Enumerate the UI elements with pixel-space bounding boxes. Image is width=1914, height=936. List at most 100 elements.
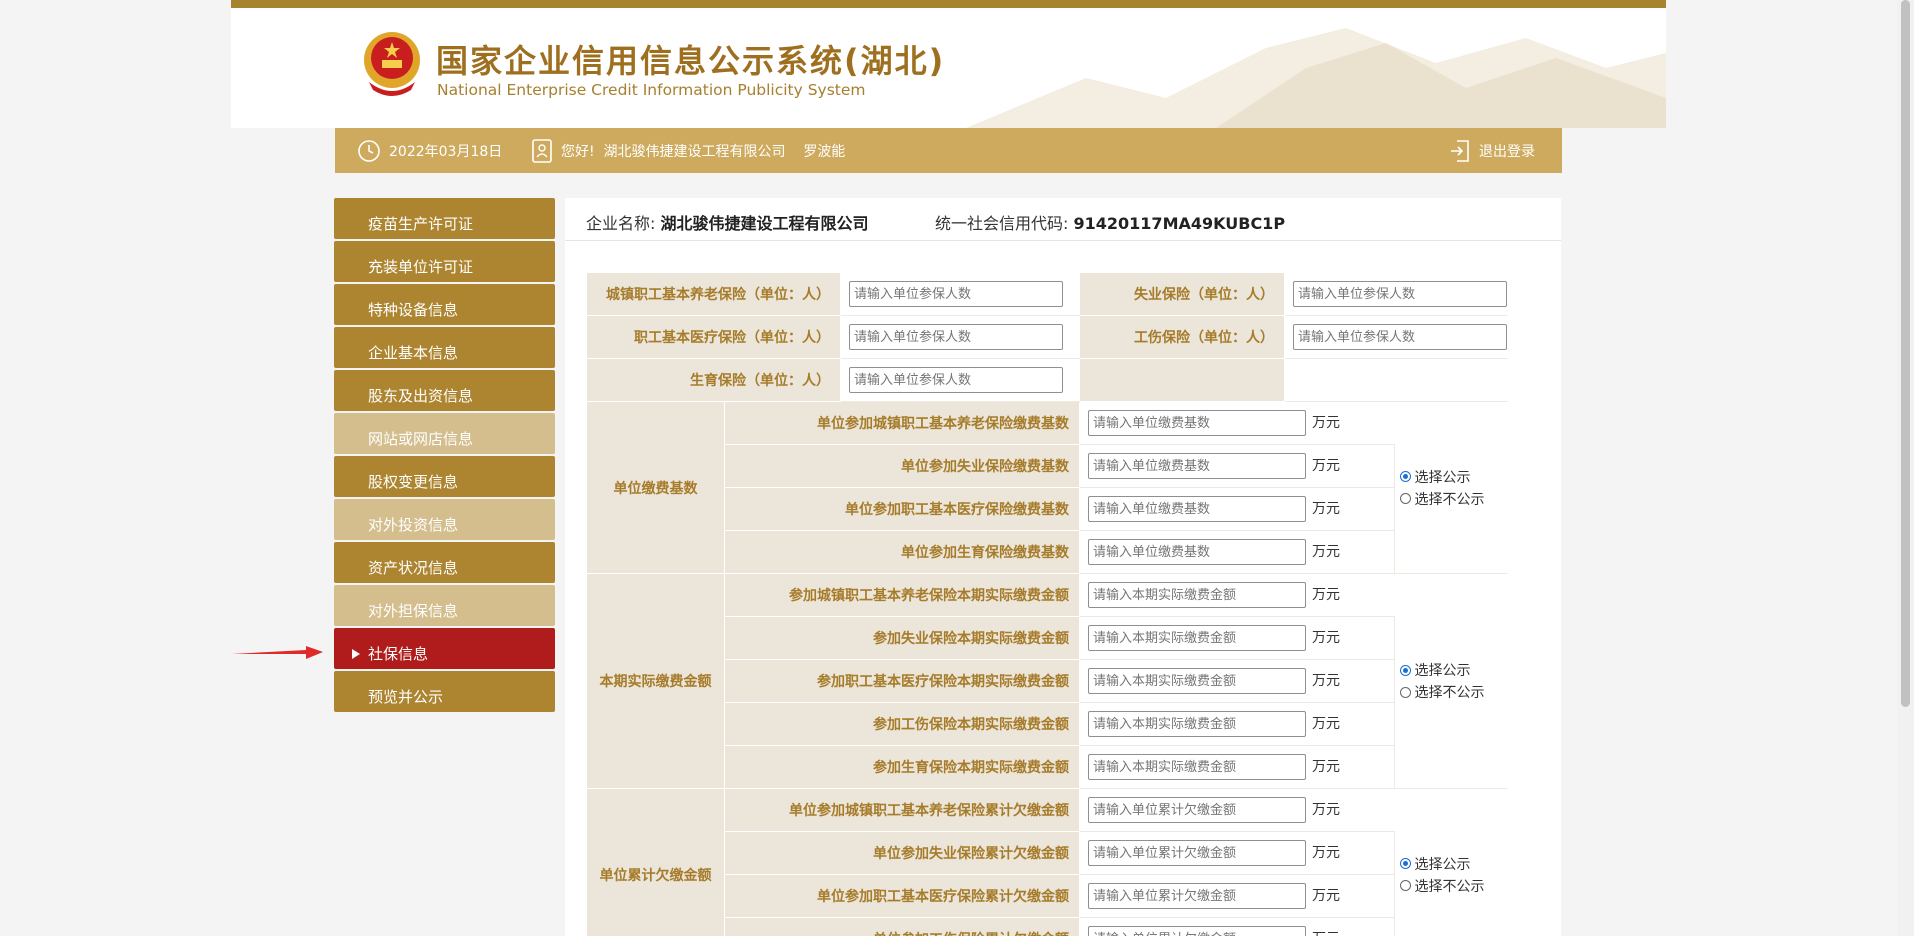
actual-maternity-input[interactable] bbox=[1088, 754, 1306, 780]
table-row: 城镇职工基本养老保险（单位：人） 失业保险（单位：人） bbox=[586, 272, 1508, 316]
scrollbar-thumb[interactable] bbox=[1901, 0, 1910, 707]
radio-label: 选择不公示 bbox=[1414, 491, 1485, 508]
medical-insured-input[interactable] bbox=[849, 324, 1063, 350]
input-cell: 万元 bbox=[1078, 530, 1396, 574]
input-cell: 万元 bbox=[1078, 659, 1396, 703]
no-publish-radio[interactable]: 选择不公示 bbox=[1400, 488, 1507, 510]
publish-radio[interactable]: 选择公示 bbox=[1400, 659, 1507, 681]
publish-choice-cell: 选择公示 选择不公示 bbox=[1394, 401, 1508, 574]
input-cell: 万元 bbox=[1078, 444, 1396, 488]
unit-label: 万元 bbox=[1312, 931, 1340, 936]
row-label: 单位参加城镇职工基本养老保险累计欠缴金额 bbox=[724, 788, 1080, 832]
caret-right-icon bbox=[352, 648, 360, 659]
sidebar-item-label: 疫苗生产许可证 bbox=[368, 215, 474, 233]
sidebar-item-social-insurance[interactable]: 社保信息 bbox=[334, 628, 555, 669]
user-info-bar: 2022年03月18日 您好! 湖北骏伟捷建设工程有限公司 罗波能 退出登录 bbox=[335, 128, 1562, 173]
row-label: 单位参加职工基本医疗保险累计欠缴金额 bbox=[724, 874, 1080, 918]
mountain-decoration bbox=[966, 28, 1666, 128]
credit-code-value: 91420117MA49KUBC1P bbox=[1073, 214, 1286, 233]
base-maternity-input[interactable] bbox=[1088, 539, 1306, 565]
logout-icon bbox=[1451, 139, 1469, 162]
unit-label: 万元 bbox=[1312, 586, 1340, 603]
blank-cell bbox=[1079, 358, 1285, 402]
sidebar-item-vaccine-license[interactable]: 疫苗生产许可证 bbox=[334, 198, 555, 239]
sidebar-item-preview-publish[interactable]: 预览并公示 bbox=[334, 671, 555, 712]
sidebar-item-label: 对外担保信息 bbox=[368, 602, 459, 620]
sidebar-item-label: 社保信息 bbox=[368, 645, 429, 663]
site-title-english: National Enterprise Credit Information P… bbox=[437, 81, 866, 99]
actual-medical-input[interactable] bbox=[1088, 668, 1306, 694]
unit-label: 万元 bbox=[1312, 758, 1340, 775]
sidebar-item-assets[interactable]: 资产状况信息 bbox=[334, 542, 555, 583]
unit-label: 万元 bbox=[1312, 887, 1340, 904]
table-row: 参加生育保险本期实际缴费金额 万元 bbox=[587, 745, 1508, 789]
sidebar-item-investment[interactable]: 对外投资信息 bbox=[334, 499, 555, 540]
site-banner: 国家企业信用信息公示系统(湖北) National Enterprise Cre… bbox=[231, 8, 1666, 128]
arrears-unemployment-input[interactable] bbox=[1088, 840, 1306, 866]
unit-label: 万元 bbox=[1312, 457, 1340, 474]
injury-insured-input[interactable] bbox=[1293, 324, 1507, 350]
injury-insured-label: 工伤保险（单位：人） bbox=[1079, 315, 1285, 359]
actual-unemployment-input[interactable] bbox=[1088, 625, 1306, 651]
publish-choice-cell: 选择公示 选择不公示 bbox=[1394, 573, 1508, 789]
medical-insured-cell bbox=[840, 315, 1080, 359]
radio-label: 选择不公示 bbox=[1414, 685, 1485, 701]
top-strip bbox=[231, 0, 1666, 8]
base-pension-input[interactable] bbox=[1088, 410, 1306, 436]
row-label: 单位参加城镇职工基本养老保险缴费基数 bbox=[724, 401, 1080, 445]
unit-label: 万元 bbox=[1312, 672, 1340, 689]
table-row: 单位参加失业保险累计欠缴金额 万元 bbox=[587, 831, 1508, 875]
base-group-label: 单位缴费基数 bbox=[586, 401, 725, 574]
maternity-insured-input[interactable] bbox=[849, 367, 1063, 393]
actual-injury-input[interactable] bbox=[1088, 711, 1306, 737]
sidebar-item-websites[interactable]: 网站或网店信息 bbox=[334, 413, 555, 454]
maternity-insured-label: 生育保险（单位：人） bbox=[586, 358, 841, 402]
input-cell: 万元 bbox=[1078, 401, 1396, 445]
base-medical-input[interactable] bbox=[1088, 496, 1306, 522]
sidebar-item-shareholders[interactable]: 股东及出资信息 bbox=[334, 370, 555, 411]
actual-pension-input[interactable] bbox=[1088, 582, 1306, 608]
base-unemployment-input[interactable] bbox=[1088, 453, 1306, 479]
row-label: 参加城镇职工基本养老保险本期实际缴费金额 bbox=[724, 573, 1080, 617]
sidebar-item-filling-license[interactable]: 充装单位许可证 bbox=[334, 241, 555, 282]
unit-label: 万元 bbox=[1312, 715, 1340, 732]
company-name: 企业名称: 湖北骏伟捷建设工程有限公司 bbox=[586, 210, 869, 234]
unit-label: 万元 bbox=[1312, 500, 1340, 517]
actual-group-label: 本期实际缴费金额 bbox=[586, 573, 725, 789]
no-publish-radio[interactable]: 选择不公示 bbox=[1400, 875, 1507, 897]
arrears-injury-input[interactable] bbox=[1088, 926, 1306, 936]
input-cell: 万元 bbox=[1078, 917, 1396, 936]
table-row: 单位参加职工基本医疗保险累计欠缴金额 万元 bbox=[587, 874, 1508, 918]
arrears-pension-input[interactable] bbox=[1088, 797, 1306, 823]
arrears-medical-input[interactable] bbox=[1088, 883, 1306, 909]
radio-checked-icon bbox=[1400, 858, 1412, 869]
sidebar-item-guarantee[interactable]: 对外担保信息 bbox=[334, 585, 555, 626]
publish-radio[interactable]: 选择公示 bbox=[1400, 466, 1507, 488]
logout-button[interactable]: 退出登录 bbox=[1449, 128, 1535, 173]
sidebar-item-equity-change[interactable]: 股权变更信息 bbox=[334, 456, 555, 497]
unemployment-insured-input[interactable] bbox=[1293, 281, 1507, 307]
greeting-display: 您好! 湖北骏伟捷建设工程有限公司 罗波能 bbox=[531, 128, 845, 173]
national-emblem-icon bbox=[364, 32, 420, 96]
publish-radio[interactable]: 选择公示 bbox=[1400, 853, 1507, 875]
pension-insured-input[interactable] bbox=[849, 281, 1063, 307]
radio-checked-icon bbox=[1400, 664, 1412, 676]
sidebar-item-label: 特种设备信息 bbox=[368, 301, 459, 319]
input-cell: 万元 bbox=[1078, 573, 1396, 617]
table-row: 单位缴费基数 单位参加城镇职工基本养老保险缴费基数 万元 选择公示 选择不公示 bbox=[586, 401, 1508, 574]
radio-label: 选择公示 bbox=[1414, 663, 1471, 679]
injury-insured-cell bbox=[1284, 315, 1508, 359]
pension-insured-cell bbox=[840, 272, 1080, 316]
logout-label: 退出登录 bbox=[1479, 143, 1535, 160]
table-row: 参加工伤保险本期实际缴费金额 万元 bbox=[587, 702, 1508, 746]
sidebar-item-special-equipment[interactable]: 特种设备信息 bbox=[334, 284, 555, 325]
unit-label: 万元 bbox=[1312, 629, 1340, 646]
no-publish-radio[interactable]: 选择不公示 bbox=[1400, 681, 1507, 703]
unit-label: 万元 bbox=[1312, 801, 1340, 818]
sidebar-item-label: 充装单位许可证 bbox=[368, 258, 474, 276]
page-scrollbar[interactable] bbox=[1897, 0, 1914, 936]
social-insurance-form: 城镇职工基本养老保险（单位：人） 失业保险（单位：人） 职工基本医疗保险（单位：… bbox=[586, 272, 1508, 936]
radio-unchecked-icon bbox=[1400, 493, 1412, 504]
sidebar-item-basic-info[interactable]: 企业基本信息 bbox=[334, 327, 555, 368]
input-cell: 万元 bbox=[1078, 745, 1396, 789]
